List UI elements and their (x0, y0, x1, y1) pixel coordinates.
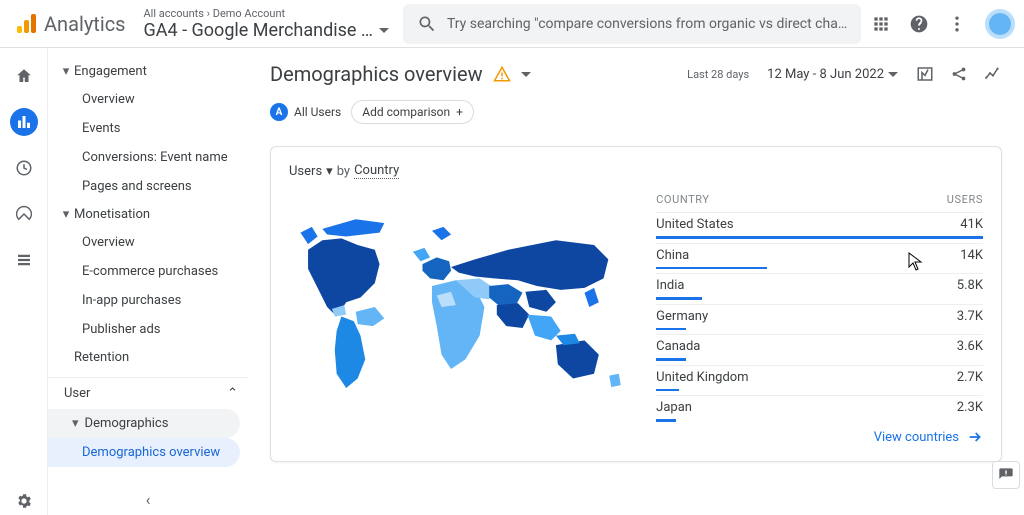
sidebar: ▾Engagement Overview Events Conversions:… (48, 48, 248, 515)
chip-all-users[interactable]: A All Users (270, 103, 341, 121)
nav-engagement-conversions[interactable]: Conversions: Event name (48, 143, 240, 172)
brand-text: Analytics (44, 12, 126, 36)
nav-monetisation-overview[interactable]: Overview (48, 228, 240, 257)
nav-demographics-overview[interactable]: Demographics overview (48, 438, 240, 467)
rail-explore[interactable] (10, 154, 38, 182)
nav-engagement-overview[interactable]: Overview (48, 85, 240, 114)
insights-icon[interactable] (984, 65, 1002, 83)
chip-badge: A (270, 103, 288, 121)
collapse-sidebar[interactable]: ‹ (146, 490, 151, 509)
world-map[interactable] (289, 187, 632, 427)
nav-monetisation[interactable]: ▾Monetisation (48, 201, 248, 228)
customize-icon[interactable] (916, 65, 934, 83)
chevron-up-icon: ⌃ (227, 386, 238, 401)
country-table: COUNTRY USERS United States41KChina14KIn… (656, 187, 983, 427)
nav-monetisation-inapp[interactable]: In-app purchases (48, 286, 240, 315)
table-row[interactable]: Germany3.7K (656, 304, 983, 335)
search-placeholder: Try searching "compare conversions from … (447, 16, 847, 32)
th-country: COUNTRY (656, 193, 709, 206)
table-row[interactable]: United States41K (656, 212, 983, 243)
nav-engagement-events[interactable]: Events (48, 114, 240, 143)
users-by-country-card: Users▾ by Country (270, 146, 1002, 462)
share-icon[interactable] (950, 65, 968, 83)
nav-user[interactable]: User⌃ (48, 377, 248, 409)
arrow-right-icon (967, 429, 983, 445)
view-countries-link[interactable]: View countries (874, 429, 983, 445)
help-icon[interactable] (909, 14, 929, 34)
card-title[interactable]: Users▾ by Country (289, 163, 983, 179)
page-title: Demographics overview (270, 62, 483, 86)
warning-icon[interactable] (493, 65, 511, 83)
nav-retention[interactable]: ▾Retention (48, 344, 248, 371)
nav-monetisation-publisher[interactable]: Publisher ads (48, 315, 240, 344)
feedback-button[interactable] (992, 461, 1020, 489)
add-comparison-button[interactable]: Add comparison + (351, 100, 474, 124)
table-row[interactable]: Canada3.6K (656, 334, 983, 365)
nav-monetisation-ecommerce[interactable]: E-commerce purchases (48, 257, 240, 286)
rail-advertising[interactable] (10, 200, 38, 228)
table-row[interactable]: United Kingdom2.7K (656, 365, 983, 396)
breadcrumb[interactable]: All accounts › Demo Account (144, 7, 389, 20)
nav-demographics[interactable]: ▾Demographics (48, 409, 240, 438)
more-vert-icon[interactable] (947, 14, 967, 34)
search-input[interactable]: Try searching "compare conversions from … (403, 4, 861, 44)
search-icon (417, 14, 437, 34)
chevron-down-icon[interactable] (521, 72, 531, 82)
nav-engagement-pages[interactable]: Pages and screens (48, 172, 240, 201)
property-name: GA4 - Google Merchandise … (144, 20, 373, 41)
apps-icon[interactable] (871, 14, 891, 34)
property-selector[interactable]: All accounts › Demo Account GA4 - Google… (144, 7, 389, 41)
date-range-picker[interactable]: 12 May - 8 Jun 2022 (767, 66, 898, 82)
table-row[interactable]: Japan2.3K (656, 395, 983, 426)
chevron-down-icon (379, 28, 389, 38)
rail-admin[interactable] (10, 487, 38, 515)
rail-home[interactable] (10, 62, 38, 90)
plus-icon: + (456, 105, 463, 119)
date-label: Last 28 days (687, 68, 749, 81)
nav-engagement[interactable]: ▾Engagement (48, 58, 248, 85)
rail-configure[interactable] (10, 246, 38, 274)
rail-reports[interactable] (10, 108, 38, 136)
table-row[interactable]: India5.8K (656, 273, 983, 304)
analytics-logo[interactable]: Analytics (14, 12, 126, 36)
th-users: USERS (947, 193, 983, 206)
avatar[interactable] (985, 9, 1015, 39)
table-row[interactable]: China14K (656, 243, 983, 274)
